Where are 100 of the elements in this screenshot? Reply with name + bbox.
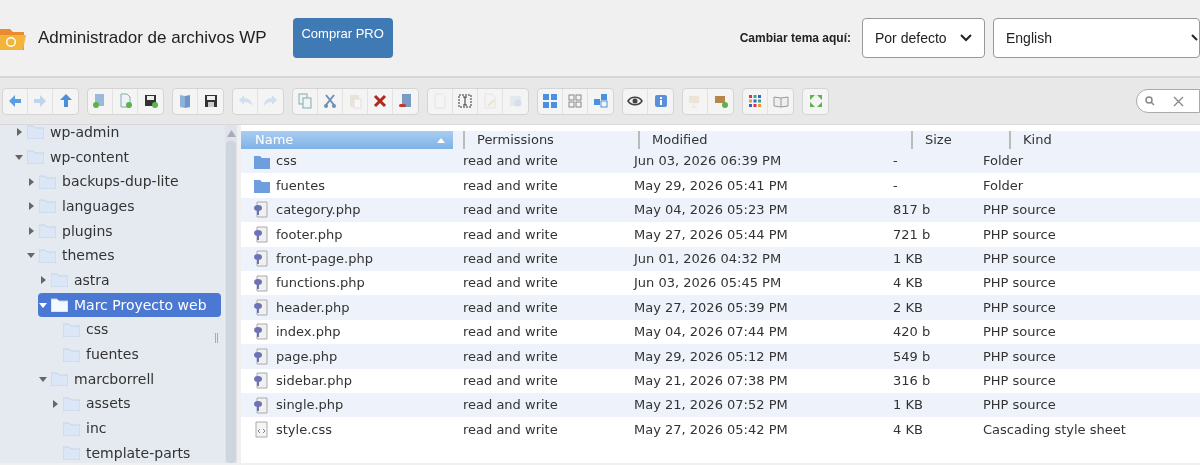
right-arrow-icon <box>32 93 48 109</box>
folder-icon <box>27 150 44 165</box>
file-name[interactable]: style.css <box>276 419 332 440</box>
table-cell-text: read and write <box>463 176 558 195</box>
expand-arrow-icon[interactable] <box>28 227 34 236</box>
color-grid-icon <box>747 93 763 109</box>
table-cell-text: read and write <box>463 371 558 390</box>
file-name[interactable]: fuentes <box>276 175 325 196</box>
file-name[interactable]: functions.php <box>276 273 365 293</box>
table-cell-text: read and write <box>463 225 558 244</box>
table-cell-text: May 27, 2026 05:42 PM <box>634 420 788 439</box>
table-cell-text: May 29, 2026 05:12 PM <box>634 347 788 366</box>
search-field[interactable] <box>1136 89 1200 113</box>
tree-item[interactable]: inc <box>50 416 113 441</box>
tree-item[interactable]: Marc Proyecto web <box>38 293 221 318</box>
tree-item[interactable]: wp-content <box>14 145 135 170</box>
collapse-arrow-icon[interactable] <box>39 302 47 308</box>
tree-item[interactable]: plugins <box>26 219 119 244</box>
scroll-up-icon[interactable] <box>226 130 236 137</box>
folder-icon <box>63 396 80 411</box>
resize-grip[interactable] <box>215 333 218 343</box>
table-cell-text: 549 b <box>893 347 931 366</box>
table-cell-text: 4 KB <box>893 420 923 439</box>
app-title: Administrador de archivos WP <box>38 27 267 50</box>
table-cell-text: May 27, 2026 05:44 PM <box>634 225 788 244</box>
tree-item[interactable]: template-parts <box>50 441 197 463</box>
table-cell-text: PHP source <box>983 371 1056 390</box>
folder-icon <box>63 322 80 337</box>
table-cell-text: PHP source <box>983 225 1056 244</box>
theme-select[interactable]: Por defecto <box>862 18 985 58</box>
table-cell-text: PHP source <box>983 396 1056 415</box>
floppy-plus-icon <box>142 93 159 109</box>
expand-arrow-icon[interactable] <box>40 276 46 285</box>
collapse-arrow-icon[interactable] <box>27 253 35 259</box>
tree-item[interactable]: languages <box>26 194 141 219</box>
expand-arrow-icon[interactable] <box>16 128 22 137</box>
tree-item[interactable]: astra <box>38 268 116 293</box>
table-cell-text: 721 b <box>893 225 931 244</box>
php-file-icon <box>253 372 271 390</box>
tree-item[interactable]: css <box>50 317 115 342</box>
expand-arrow-icon[interactable] <box>28 202 34 211</box>
clear-icon[interactable] <box>1173 95 1184 107</box>
clipboard-icon <box>347 93 363 109</box>
file-name[interactable]: page.php <box>276 346 338 367</box>
folder-icon <box>39 248 56 263</box>
folder-icon <box>51 273 68 288</box>
folder-icon <box>253 177 271 195</box>
expand-arrow-icon[interactable] <box>28 177 34 186</box>
sort-up-icon <box>437 137 445 143</box>
tree-item[interactable]: marcborrell <box>38 367 161 392</box>
table-cell-text: Jun 03, 2026 05:45 PM <box>634 274 782 293</box>
file-name[interactable]: single.php <box>276 395 344 415</box>
open-book-icon <box>772 93 789 109</box>
css-file-icon <box>253 421 271 438</box>
scissors-icon <box>322 93 338 109</box>
file-name[interactable]: header.php <box>276 297 350 318</box>
file-name[interactable]: sidebar.php <box>276 370 352 391</box>
table-cell-text: 817 b <box>893 201 931 220</box>
tree-item[interactable]: fuentes <box>50 342 145 367</box>
collapse-arrow-icon[interactable] <box>39 376 47 382</box>
expand-icon <box>807 93 824 109</box>
table-cell-text: Folder <box>983 152 1024 171</box>
php-file-icon <box>253 201 271 219</box>
buy-pro-button[interactable]: Comprar PRO <box>292 18 393 58</box>
theme-label: Cambiar tema aquí: <box>739 30 851 47</box>
table-cell-text: read and write <box>463 347 558 366</box>
table-cell-text: 4 KB <box>893 274 923 293</box>
php-file-icon <box>253 347 271 365</box>
book-icon <box>177 93 193 109</box>
php-file-icon <box>253 299 271 317</box>
tree-item[interactable]: backups-dup-lite <box>26 169 185 194</box>
table-cell-text: Cascading style sheet <box>983 420 1126 439</box>
php-file-icon <box>253 396 271 414</box>
copy-icon <box>297 93 313 109</box>
table-cell-text: Folder <box>983 176 1024 195</box>
folder-icon <box>51 372 68 387</box>
tree-item[interactable]: wp-admin <box>14 125 126 145</box>
table-cell-text: - <box>893 152 898 171</box>
file-name[interactable]: index.php <box>276 322 341 342</box>
language-select[interactable]: English <box>993 18 1200 58</box>
table-cell-text: PHP source <box>983 274 1056 293</box>
gear-image-icon <box>507 93 524 109</box>
folder-icon <box>39 174 56 189</box>
table-cell-text: 1 KB <box>893 396 923 415</box>
collapse-arrow-icon[interactable] <box>15 154 23 160</box>
file-name[interactable]: footer.php <box>276 224 343 245</box>
table-cell-text: read and write <box>463 250 558 268</box>
grid-icon <box>567 93 583 109</box>
expand-arrow-icon[interactable] <box>52 399 58 408</box>
table-cell-text: read and write <box>463 298 558 317</box>
trash-file-icon <box>397 93 414 109</box>
table-cell-text: May 04, 2026 05:23 PM <box>634 201 788 220</box>
tree-item[interactable]: themes <box>26 243 121 268</box>
table-cell-text: May 21, 2026 07:38 PM <box>634 371 788 390</box>
file-name[interactable]: css <box>276 151 297 171</box>
tree-item[interactable]: assets <box>50 391 137 416</box>
file-name[interactable]: front-page.php <box>276 249 373 269</box>
file-name[interactable]: category.php <box>276 200 361 220</box>
tiles-icon <box>592 93 609 109</box>
scrollbar[interactable] <box>225 125 237 463</box>
